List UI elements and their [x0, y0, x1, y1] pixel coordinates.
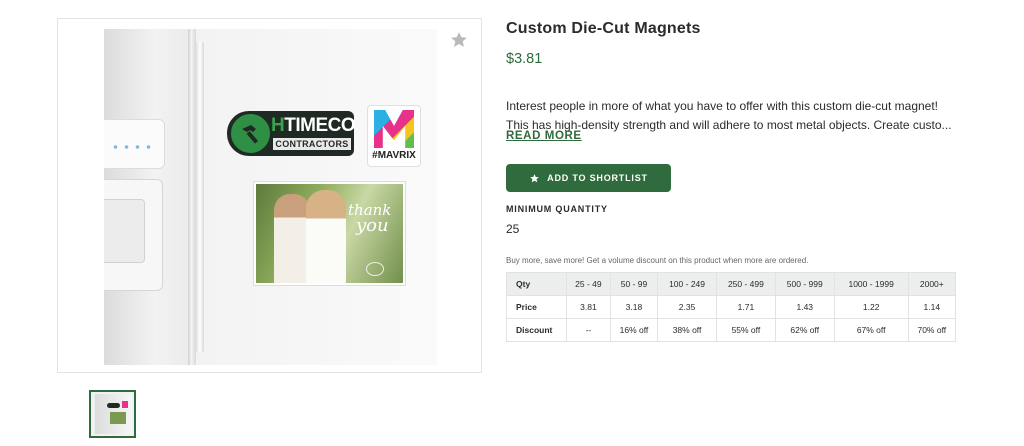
- table-header-cell: 50 - 99: [609, 272, 659, 296]
- table-header-cell: 1000 - 1999: [833, 272, 909, 296]
- table-cell: 67% off: [833, 318, 909, 342]
- product-price: $3.81: [506, 51, 543, 67]
- wedding-photo-magnet: thank you: [254, 182, 405, 285]
- photo-groom: [274, 194, 310, 283]
- read-more-link[interactable]: READ MORE: [506, 130, 582, 142]
- table-cell: 1.71: [715, 295, 776, 319]
- table-row-label: Discount: [506, 318, 567, 342]
- hammer-logo: [229, 112, 272, 155]
- product-thumbnail[interactable]: [89, 390, 136, 438]
- table-cell: 38% off: [657, 318, 717, 342]
- add-to-shortlist-button[interactable]: ADD TO SHORTLIST: [506, 164, 671, 192]
- table-cell: 16% off: [609, 318, 659, 342]
- fridge-control-panel: [104, 119, 165, 169]
- product-title: Custom Die-Cut Magnets: [506, 20, 701, 37]
- minimum-quantity-value: 25: [506, 222, 520, 236]
- product-main-image[interactable]: HTIMECO CONTRACTORS #MAVRIX thank you: [57, 18, 482, 373]
- minimum-quantity-label: MINIMUM QUANTITY: [506, 204, 608, 214]
- table-cell: 1.14: [907, 295, 957, 319]
- table-header-cell: 250 - 499: [715, 272, 776, 296]
- htimeco-subtitle: CONTRACTORS: [273, 138, 351, 150]
- table-cell: 55% off: [715, 318, 776, 342]
- pricing-table: Qty 25 - 49 50 - 99 100 - 249 250 - 499 …: [506, 272, 957, 342]
- table-row: Discount -- 16% off 38% off 55% off 62% …: [506, 318, 957, 342]
- pricing-header-row: Qty 25 - 49 50 - 99 100 - 249 250 - 499 …: [506, 272, 957, 296]
- favorite-star-icon[interactable]: [449, 30, 469, 50]
- table-header-cell: 25 - 49: [566, 272, 611, 296]
- table-row-label: Price: [506, 295, 567, 319]
- htimeco-wordmark: HTIMECO: [271, 115, 356, 136]
- fridge-indicator-lights: [110, 145, 156, 149]
- photo-bride: [306, 190, 346, 283]
- table-cell: 3.81: [566, 295, 611, 319]
- table-row: Price 3.81 3.18 2.35 1.71 1.43 1.22 1.14: [506, 295, 957, 319]
- thumbnail-magnet-3: [110, 412, 126, 424]
- table-cell: 3.18: [609, 295, 659, 319]
- thank-you-script: thank you: [348, 201, 392, 236]
- fridge-dispenser-inner: [104, 199, 145, 263]
- shortlist-button-label: ADD TO SHORTLIST: [547, 173, 648, 183]
- thumbnail-magnet-1: [107, 403, 120, 408]
- table-cell: 1.22: [833, 295, 909, 319]
- star-icon: [530, 173, 540, 182]
- mavrix-magnet: #MAVRIX: [367, 105, 421, 167]
- table-cell: 2.35: [657, 295, 717, 319]
- volume-discount-note: Buy more, save more! Get a volume discou…: [506, 256, 809, 265]
- table-cell: 1.43: [774, 295, 835, 319]
- table-cell: 70% off: [907, 318, 957, 342]
- table-header-cell: 500 - 999: [774, 272, 835, 296]
- table-cell: 62% off: [774, 318, 835, 342]
- fridge-door-seam: [188, 29, 196, 365]
- thumbnail-magnet-2: [122, 401, 128, 408]
- htimeco-magnet: HTIMECO CONTRACTORS: [227, 111, 356, 156]
- table-header-cell: 100 - 249: [657, 272, 717, 296]
- description-line: Interest people in more of what you have…: [506, 99, 939, 113]
- mavrix-hashtag: #MAVRIX: [372, 150, 416, 161]
- fridge-handle: [196, 41, 204, 353]
- photo-stamp: [366, 262, 384, 276]
- mavrix-logo: [374, 110, 414, 148]
- table-header-cell: 2000+: [907, 272, 957, 296]
- table-header-cell: Qty: [506, 272, 567, 296]
- hammer-icon: [242, 125, 259, 144]
- table-cell: --: [566, 318, 611, 342]
